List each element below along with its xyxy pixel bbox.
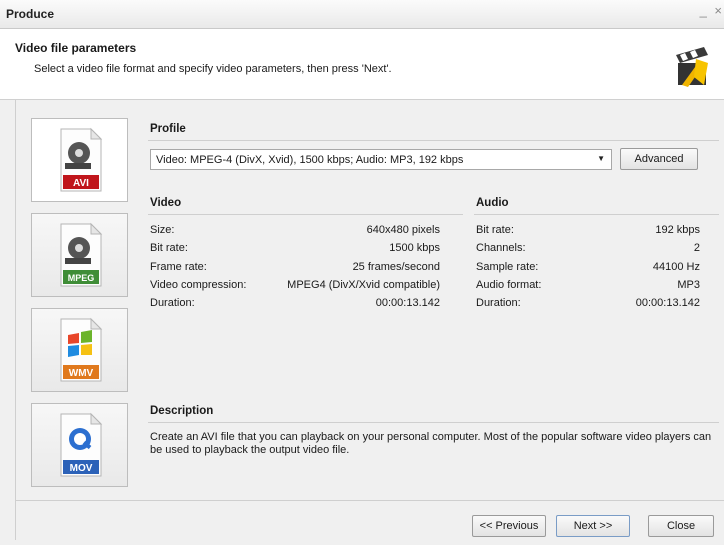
video-size-label: Size: [150,224,175,236]
description-text: Create an AVI file that you can playback… [150,431,712,456]
video-heading: Video [150,197,182,209]
audio-format-value: MP3 [677,279,700,291]
left-divider [15,100,16,540]
next-button[interactable]: Next >> [556,515,630,537]
wmv-file-icon: WMV [60,317,103,382]
video-duration-value: 00:00:13.142 [375,297,440,309]
video-framerate-value: 25 frames/second [352,261,440,273]
format-mov-button[interactable]: MOV [31,403,128,487]
profile-select-value: Video: MPEG-4 (DivX, Xvid), 1500 kbps; A… [156,154,464,166]
mov-file-icon: MOV [60,412,103,477]
audio-format-label: Audio format: [476,279,542,291]
audio-duration-label: Duration: [476,297,521,309]
clapperboard-icon [676,47,708,87]
avi-label: AVI [73,178,89,189]
header-title: Video file parameters [15,41,137,55]
title-bar[interactable]: Produce _ × [0,0,724,29]
video-framerate-label: Frame rate: [150,261,207,273]
profile-divider [148,140,719,141]
video-compression-value: MPEG4 (DivX/Xvid compatible) [287,279,440,291]
description-heading: Description [150,405,214,417]
video-bitrate-value: 1500 kbps [389,242,440,254]
mov-label: MOV [70,463,93,474]
profile-heading: Profile [150,123,186,135]
mpeg-file-icon: MPEG [60,222,103,287]
window-title: Produce [6,7,55,21]
advanced-button[interactable]: Advanced [620,148,698,170]
description-divider [148,422,719,423]
wmv-label: WMV [69,368,94,379]
produce-window: Produce _ × Video file parameters Select… [0,0,724,545]
header-subtitle: Select a video file format and specify v… [34,63,392,75]
window-controls[interactable]: _ × [700,3,724,18]
video-duration-label: Duration: [150,297,195,309]
audio-channels-label: Channels: [476,242,526,254]
audio-bitrate-label: Bit rate: [476,224,514,236]
audio-divider [474,214,719,215]
audio-samplerate-value: 44100 Hz [652,261,700,273]
profile-select[interactable]: Video: MPEG-4 (DivX, Xvid), 1500 kbps; A… [150,149,612,170]
previous-button[interactable]: << Previous [472,515,546,537]
avi-file-icon: AVI [60,127,103,192]
video-compression-label: Video compression: [150,279,247,291]
wizard-header: Video file parameters Select a video fil… [0,29,724,100]
chevron-down-icon[interactable]: ▼ [597,154,605,163]
format-avi-button[interactable]: AVI [31,118,128,202]
video-divider [148,214,463,215]
audio-bitrate-value: 192 kbps [655,224,700,236]
video-bitrate-label: Bit rate: [150,242,188,254]
mpeg-label: MPEG [68,273,95,283]
video-size-value: 640x480 pixels [366,224,440,236]
format-mpeg-button[interactable]: MPEG [31,213,128,297]
footer-divider [16,500,724,501]
audio-channels-value: 2 [693,242,700,254]
audio-heading: Audio [476,197,509,209]
audio-samplerate-label: Sample rate: [476,261,539,273]
format-wmv-button[interactable]: WMV [31,308,128,392]
close-button[interactable]: Close [648,515,714,537]
audio-duration-value: 00:00:13.142 [635,297,700,309]
